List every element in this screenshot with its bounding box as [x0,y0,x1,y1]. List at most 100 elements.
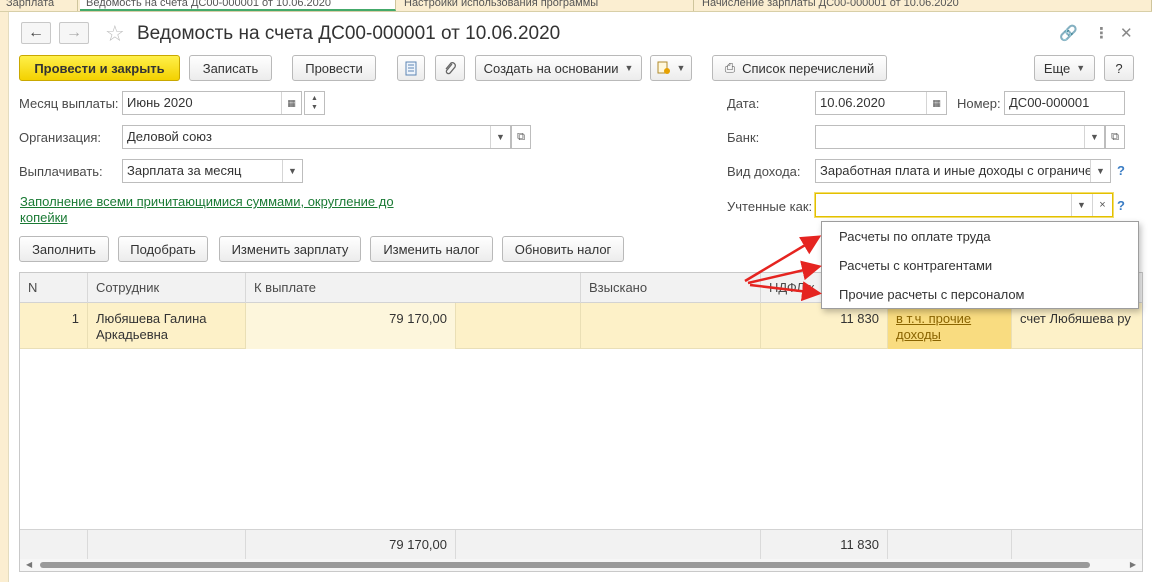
row-employee: Любяшева Галина Аркадьевна [88,303,246,349]
tab-salary[interactable]: Зарплата [0,0,78,11]
pick-button[interactable]: Подобрать [118,236,208,262]
number-field[interactable]: ДС00-000001 [1004,91,1125,115]
income-type-help-icon[interactable]: ? [1117,163,1125,178]
accounted-as-label: Учтенные как: [727,199,813,214]
clear-icon[interactable]: × [1092,194,1112,216]
table-footer: 79 170,00 11 830 [20,529,1142,560]
tab-program-settings[interactable]: Настройки использования программы [398,0,694,11]
report-icon[interactable] [397,55,425,81]
document-window: ← → ☆ Ведомость на счета ДС00-000001 от … [9,12,1152,582]
more-label: Еще [1043,60,1071,76]
dropdown-item-other-personnel[interactable]: Прочие расчеты с персоналом [822,280,1138,309]
accounted-as-help-icon[interactable]: ? [1117,198,1125,213]
pay-type-label: Выплачивать: [19,164,103,179]
help-button[interactable]: ? [1104,55,1134,81]
pay-type-select[interactable]: Зарплата за месяц ▼ [122,159,303,183]
open-organization-icon[interactable]: ⧉ [511,125,531,149]
chevron-down-icon: ▼ [676,63,686,73]
number-label: Номер: [957,96,1001,111]
more-button[interactable]: Еще ▼ [1034,55,1095,81]
horizontal-scrollbar[interactable]: ◀ ▶ [20,559,1142,571]
bank-field[interactable]: ▼ [815,125,1105,149]
fill-settings-link[interactable]: Заполнение всеми причитающимися суммами,… [20,194,420,226]
month-label: Месяц выплаты: [19,96,119,111]
chevron-down-icon[interactable]: ▼ [1090,160,1110,182]
change-tax-button[interactable]: Изменить налог [370,236,493,262]
dropdown-item-payroll[interactable]: Расчеты по оплате труда [822,222,1138,251]
scroll-right-icon[interactable]: ▶ [1130,559,1136,571]
create-based-on-label: Создать на основании [483,60,619,76]
transfer-list-button[interactable]: ⎙ Список перечислений [712,55,887,81]
bank-label: Банк: [727,130,760,145]
post-button[interactable]: Провести [292,55,376,81]
pay-type-value: Зарплата за месяц [127,163,242,178]
open-bank-icon[interactable]: ⧉ [1105,125,1125,149]
more-vert-icon[interactable]: ⋮ [1094,24,1109,42]
link-icon[interactable]: 🔗 [1059,24,1078,42]
chevron-down-icon[interactable]: ▼ [1084,126,1104,148]
printer-icon: ⎙ [724,60,736,75]
favorite-star-icon[interactable]: ☆ [105,21,125,47]
spin-up-icon: ▲ [311,95,318,102]
organization-value: Деловой союз [127,129,213,144]
post-and-close-button[interactable]: Провести и закрыть [19,55,180,81]
col-n[interactable]: N [20,273,88,303]
organization-label: Организация: [19,130,102,145]
date-value: 10.06.2020 [820,95,886,110]
print-menu-button[interactable]: ▼ [650,55,692,81]
row-ndfl[interactable]: 11 830 [761,303,888,349]
footer-n [20,530,88,560]
chevron-down-icon: ▼ [624,63,634,73]
fill-button[interactable]: Заполнить [19,236,109,262]
update-tax-button[interactable]: Обновить налог [502,236,624,262]
chevron-down-icon[interactable]: ▼ [282,160,302,182]
row-withheld[interactable] [581,303,761,349]
chevron-down-icon[interactable]: ▼ [490,126,510,148]
col-to-pay[interactable]: К выплате [246,273,581,303]
row-number: 1 [20,303,88,349]
calendar-icon[interactable]: ▦ [926,92,946,114]
tab-strip: Зарплата Ведомость на счета ДС00-000001 … [0,0,1152,12]
back-button[interactable]: ← [21,22,51,44]
create-based-on-button[interactable]: Создать на основании ▼ [475,55,642,81]
change-salary-button[interactable]: Изменить зарплату [219,236,361,262]
dropdown-item-contractors[interactable]: Расчеты с контрагентами [822,251,1138,280]
accounted-as-dropdown: Расчеты по оплате труда Расчеты с контра… [821,221,1139,309]
month-spin-button[interactable]: ▲ ▼ [304,91,325,115]
transfer-list-label: Список перечислений [742,60,875,76]
month-value: Июнь 2020 [127,95,193,110]
row-to-pay[interactable]: 79 170,00 [246,303,456,349]
chevron-down-icon[interactable]: ▼ [1071,194,1091,216]
tab-salary-accrual[interactable]: Начисление зарплаты ДС00-000001 от 10.06… [696,0,1152,11]
tab-payroll-statement[interactable]: Ведомость на счета ДС00-000001 от 10.06.… [80,0,396,11]
month-field[interactable]: Июнь 2020 ▦ [122,91,302,115]
scrollbar-thumb[interactable] [40,562,1090,568]
calendar-icon[interactable]: ▦ [281,92,301,114]
date-field[interactable]: 10.06.2020 ▦ [815,91,947,115]
col-withheld[interactable]: Взыскано [581,273,761,303]
spin-down-icon: ▼ [311,104,318,111]
forward-button[interactable]: → [59,22,89,44]
attachment-icon[interactable] [435,55,465,81]
footer-ndfl-total: 11 830 [761,530,888,560]
arrow-left-icon: ← [28,24,44,41]
save-button[interactable]: Записать [189,55,272,81]
footer-to-pay-total: 79 170,00 [246,530,456,560]
close-icon[interactable]: ✕ [1120,24,1133,42]
employees-table: N Сотрудник К выплате Взыскано НДФЛ к 1 … [19,272,1143,572]
table-row[interactable]: 1 Любяшева Галина Аркадьевна 79 170,00 1… [20,303,1142,349]
organization-field[interactable]: Деловой союз ▼ [122,125,511,149]
footer-income [888,530,1012,560]
row-account: счет Любяшева ру [1020,311,1131,326]
row-income-detail-link[interactable]: в т.ч. прочие доходы [896,311,971,342]
chevron-down-icon: ▼ [1076,63,1086,73]
date-label: Дата: [727,96,760,111]
left-panel-strip [0,12,9,582]
row-empty [456,303,581,349]
footer-withheld [456,530,761,560]
accounted-as-field[interactable]: ▼ × [815,193,1113,217]
income-type-value: Заработная плата и иные доходы с огранич… [820,163,1107,178]
scroll-left-icon[interactable]: ◀ [26,559,32,571]
col-employee[interactable]: Сотрудник [88,273,246,303]
income-type-select[interactable]: Заработная плата и иные доходы с огранич… [815,159,1111,183]
